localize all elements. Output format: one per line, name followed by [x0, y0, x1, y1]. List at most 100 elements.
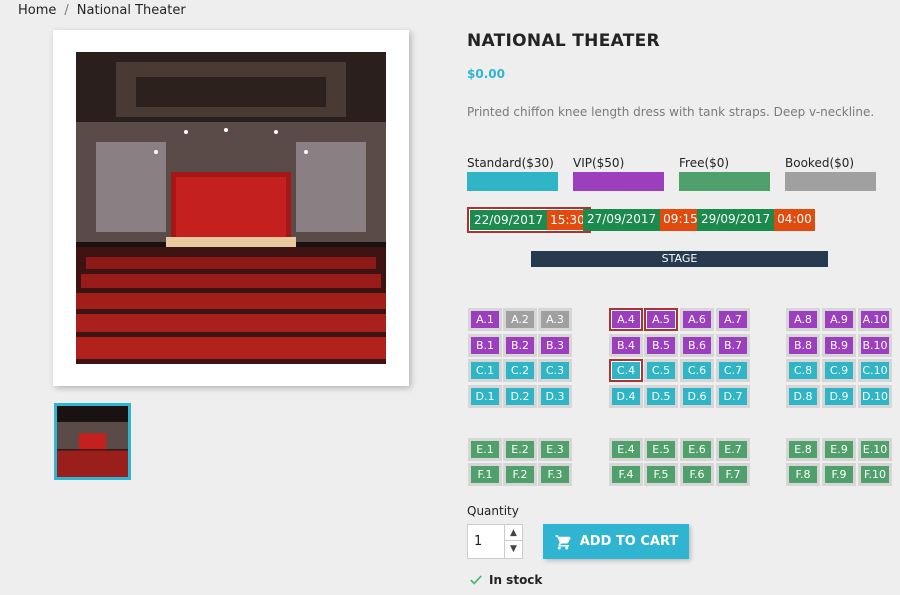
seat-a-9[interactable]: A.9: [822, 308, 856, 331]
seat-d-3[interactable]: D.3: [538, 385, 572, 408]
seat-c-1[interactable]: C.1: [468, 359, 502, 382]
seat-a-10[interactable]: A.10: [858, 308, 892, 331]
seat-a-4[interactable]: A.4: [609, 308, 643, 331]
seat-c-5[interactable]: C.5: [644, 359, 678, 382]
seat-label: F.10: [861, 466, 889, 483]
quantity-spinner: ▲ ▼: [504, 525, 522, 558]
seat-f-8[interactable]: F.8: [786, 463, 820, 486]
seat-e-5[interactable]: E.5: [644, 438, 678, 461]
seat-label: B.10: [861, 337, 889, 354]
seat-c-9[interactable]: C.9: [822, 359, 856, 382]
date-option-1[interactable]: 22/09/2017 15:30: [467, 207, 591, 233]
seat-label: A.1: [471, 311, 499, 328]
seat-label: D.10: [861, 388, 889, 405]
seat-f-3[interactable]: F.3: [538, 463, 572, 486]
seat-b-7[interactable]: B.7: [716, 334, 750, 357]
seat-label: B.5: [647, 337, 675, 354]
date-option-2[interactable]: 27/09/2017 09:15: [583, 209, 701, 231]
quantity-stepper[interactable]: 1 ▲ ▼: [467, 524, 523, 559]
seat-label: C.10: [861, 362, 889, 379]
seat-f-1[interactable]: F.1: [468, 463, 502, 486]
seat-label: F.9: [825, 466, 853, 483]
chevron-up-icon[interactable]: ▲: [505, 525, 522, 541]
seat-c-4[interactable]: C.4: [609, 359, 643, 382]
legend-standard: Standard($30): [467, 156, 558, 191]
seat-b-4[interactable]: B.4: [609, 334, 643, 357]
seat-c-6[interactable]: C.6: [680, 359, 714, 382]
seat-b-9[interactable]: B.9: [822, 334, 856, 357]
seat-label: A.10: [861, 311, 889, 328]
seat-e-1[interactable]: E.1: [468, 438, 502, 461]
seat-f-6[interactable]: F.6: [680, 463, 714, 486]
seat-label: E.1: [471, 441, 499, 458]
seat-label: C.6: [683, 362, 711, 379]
seat-label: B.8: [789, 337, 817, 354]
seat-label: C.1: [471, 362, 499, 379]
seat-c-2[interactable]: C.2: [503, 359, 537, 382]
seat-b-5[interactable]: B.5: [644, 334, 678, 357]
seat-f-10[interactable]: F.10: [858, 463, 892, 486]
seat-label: E.10: [861, 441, 889, 458]
add-to-cart-button[interactable]: ADD TO CART: [543, 524, 689, 559]
breadcrumb-home-link[interactable]: Home: [18, 3, 56, 18]
stage-label: STAGE: [531, 251, 828, 267]
seat-label: F.5: [647, 466, 675, 483]
seat-b-1[interactable]: B.1: [468, 334, 502, 357]
seat-label: E.4: [612, 441, 640, 458]
seat-d-4[interactable]: D.4: [609, 385, 643, 408]
seat-c-7[interactable]: C.7: [716, 359, 750, 382]
legend-swatch: [785, 172, 876, 191]
seat-b-8[interactable]: B.8: [786, 334, 820, 357]
seat-f-4[interactable]: F.4: [609, 463, 643, 486]
seat-a-6[interactable]: A.6: [680, 308, 714, 331]
seat-e-3[interactable]: E.3: [538, 438, 572, 461]
seat-b-3[interactable]: B.3: [538, 334, 572, 357]
seat-label: A.7: [719, 311, 747, 328]
seat-f-2[interactable]: F.2: [503, 463, 537, 486]
seat-d-1[interactable]: D.1: [468, 385, 502, 408]
seat-d-10[interactable]: D.10: [858, 385, 892, 408]
seat-a-5[interactable]: A.5: [644, 308, 678, 331]
seat-c-3[interactable]: C.3: [538, 359, 572, 382]
seat-label: E.8: [789, 441, 817, 458]
seat-b-10[interactable]: B.10: [858, 334, 892, 357]
date-option-3[interactable]: 29/09/2017 04:00: [697, 209, 815, 231]
seat-f-7[interactable]: F.7: [716, 463, 750, 486]
seat-f-9[interactable]: F.9: [822, 463, 856, 486]
seat-d-6[interactable]: D.6: [680, 385, 714, 408]
stock-label: In stock: [489, 573, 543, 587]
seat-d-8[interactable]: D.8: [786, 385, 820, 408]
seat-e-9[interactable]: E.9: [822, 438, 856, 461]
seat-label: C.5: [647, 362, 675, 379]
seat-d-9[interactable]: D.9: [822, 385, 856, 408]
seat-a-7[interactable]: A.7: [716, 308, 750, 331]
seat-e-2[interactable]: E.2: [503, 438, 537, 461]
seat-a-1[interactable]: A.1: [468, 308, 502, 331]
quantity-input[interactable]: 1: [474, 534, 482, 549]
seat-e-4[interactable]: E.4: [609, 438, 643, 461]
chevron-down-icon[interactable]: ▼: [505, 541, 522, 557]
product-main-image[interactable]: [53, 30, 409, 386]
seat-a-8[interactable]: A.8: [786, 308, 820, 331]
seat-b-2[interactable]: B.2: [503, 334, 537, 357]
seat-label: F.7: [719, 466, 747, 483]
seat-d-2[interactable]: D.2: [503, 385, 537, 408]
legend-free: Free($0): [679, 156, 770, 191]
seat-label: A.4: [612, 311, 640, 328]
seat-d-5[interactable]: D.5: [644, 385, 678, 408]
seat-label: E.6: [683, 441, 711, 458]
seat-e-10[interactable]: E.10: [858, 438, 892, 461]
seat-d-7[interactable]: D.7: [716, 385, 750, 408]
seat-label: F.4: [612, 466, 640, 483]
legend-swatch: [679, 172, 770, 191]
seat-e-6[interactable]: E.6: [680, 438, 714, 461]
seat-e-8[interactable]: E.8: [786, 438, 820, 461]
date-text: 29/09/2017: [697, 209, 775, 231]
seat-c-10[interactable]: C.10: [858, 359, 892, 382]
seat-c-8[interactable]: C.8: [786, 359, 820, 382]
product-thumbnail[interactable]: [54, 403, 131, 480]
seat-label: C.4: [612, 362, 640, 379]
seat-f-5[interactable]: F.5: [644, 463, 678, 486]
seat-b-6[interactable]: B.6: [680, 334, 714, 357]
seat-e-7[interactable]: E.7: [716, 438, 750, 461]
